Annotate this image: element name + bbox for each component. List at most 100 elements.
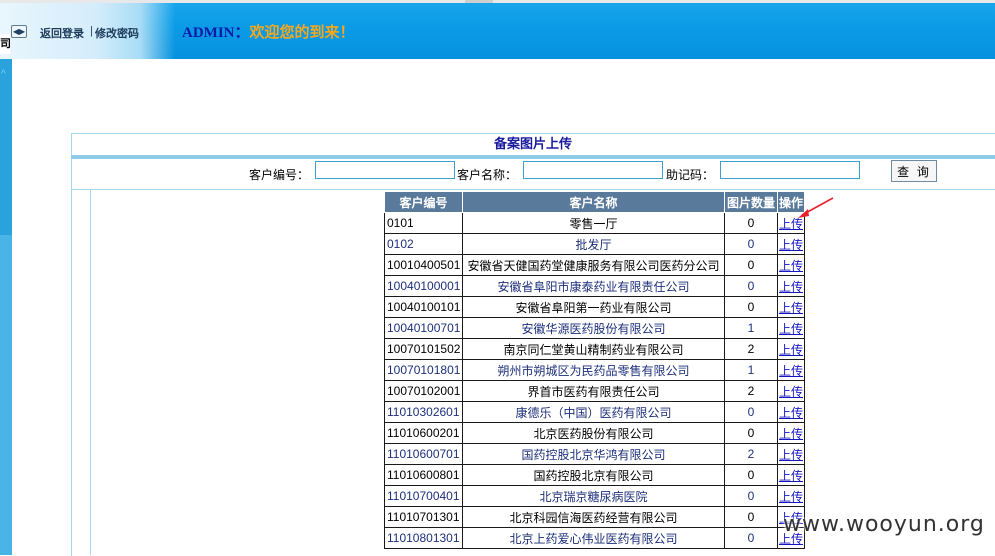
table-row: 10010400501 安徽省天健国药堂健康服务有限公司医药分公司 0 上传 [384,254,805,276]
welcome-text: 欢迎您的到来！ [249,25,355,41]
customer-table: 客户编号 客户名称 图片数量 操作 0101 零售一厅 0 上传 0102 批发厅 0 上传 1… [384,191,805,549]
customer-name-cell: 批发厅 [462,233,725,255]
upload-link[interactable]: 上传 [779,469,803,483]
customer-code-input[interactable] [315,161,455,179]
image-count-cell: 0 [724,506,778,528]
customer-name-cell: 北京瑞京糖尿病医院 [462,485,725,507]
header-top-line [0,0,995,3]
operation-cell: 上传 [777,317,805,339]
operation-cell: 上传 [777,443,805,465]
customer-name-input[interactable] [523,161,663,179]
nav-separator: | [90,25,93,37]
upload-link[interactable]: 上传 [779,427,803,441]
upload-link[interactable]: 上传 [779,280,803,294]
table-row: 11010600801 国药控股北京有限公司 0 上传 [384,464,805,486]
image-count-cell: 0 [724,422,778,444]
chevron-up-icon[interactable]: ^ [1,69,6,80]
sidebar-strip: 司 ^ [0,34,12,555]
customer-name-cell: 南京同仁堂黄山精制药业有限公司 [462,338,725,360]
customer-name-cell: 安徽省阜阳市康泰药业有限责任公司 [462,275,725,297]
customer-name-cell: 零售一厅 [462,212,725,234]
customer-code-cell: 11010801301 [384,527,463,549]
table-row: 0102 批发厅 0 上传 [384,233,805,255]
operation-cell: 上传 [777,359,805,381]
operation-cell: 上传 [777,485,805,507]
customer-code-cell: 10010400501 [384,254,463,276]
upload-link[interactable]: 上传 [779,406,803,420]
upload-link[interactable]: 上传 [779,322,803,336]
header-top-handle [465,0,493,3]
image-count-cell: 0 [724,527,778,549]
image-count-cell: 0 [724,485,778,507]
customer-code-cell: 10040100701 [384,317,463,339]
customer-code-cell: 11010600701 [384,443,463,465]
customer-name-cell: 北京医药股份有限公司 [462,422,725,444]
table-row: 11010600201 北京医药股份有限公司 0 上传 [384,422,805,444]
customer-name-cell: 国药控股北京华鸿有限公司 [462,443,725,465]
upload-link[interactable]: 上传 [779,238,803,252]
query-button[interactable]: 查 询 [891,160,937,182]
customer-code-label: 客户编号： [249,168,310,182]
image-count-cell: 1 [724,317,778,339]
table-row: 0101 零售一厅 0 上传 [384,212,805,234]
sidebar-upper: ^ [0,59,12,235]
operation-cell: 上传 [777,275,805,297]
mnemonic-input[interactable] [720,161,860,179]
table-body: 0101 零售一厅 0 上传 0102 批发厅 0 上传 10010400501 安徽省天健国药堂… [384,212,805,549]
admin-label: ADMIN： [182,25,250,41]
table-row: 10070102001 界首市医药有限责任公司 2 上传 [384,380,805,402]
customer-name-cell: 朔州市朔城区为民药品零售有限公司 [462,359,725,381]
image-count-cell: 0 [724,254,778,276]
image-count-cell: 0 [724,275,778,297]
table-row: 10040100101 安徽省阜阳第一药业有限公司 0 上传 [384,296,805,318]
upload-link[interactable]: 上传 [779,364,803,378]
search-bar: 客户编号： 客户名称： 助记码： 查 询 [71,159,995,190]
mnemonic-label: 助记码： [666,168,715,182]
upload-link[interactable]: 上传 [779,490,803,504]
customer-code-cell: 10070101502 [384,338,463,360]
table-row: 11010302601 康德乐（中国）医药有限公司 0 上传 [384,401,805,423]
welcome-message: ADMIN：欢迎您的到来！ [182,21,355,42]
operation-cell: 上传 [777,401,805,423]
customer-name-cell: 康德乐（中国）医药有限公司 [462,401,725,423]
sidebar-lower [0,235,12,555]
upload-link[interactable]: 上传 [779,259,803,273]
upload-link[interactable]: 上传 [779,448,803,462]
customer-code-cell: 11010700401 [384,485,463,507]
customer-code-cell: 0102 [384,233,463,255]
image-count-cell: 2 [724,443,778,465]
upload-link[interactable]: 上传 [779,301,803,315]
customer-code-cell: 10070101801 [384,359,463,381]
customer-code-cell: 10040100101 [384,296,463,318]
operation-cell: 上传 [777,254,805,276]
image-count-cell: 0 [724,233,778,255]
back-login-link[interactable]: 返回登录 [40,25,84,41]
table-header-row: 客户编号 客户名称 图片数量 操作 [384,191,805,213]
customer-code-cell: 10040100001 [384,275,463,297]
title-row: 备案图片上传 [71,134,995,154]
customer-name-cell: 国药控股北京有限公司 [462,464,725,486]
header-customer-code: 客户编号 [384,191,463,213]
customer-name-cell: 北京科园信海医药经营有限公司 [462,506,725,528]
operation-cell: 上传 [777,338,805,360]
image-count-cell: 0 [724,296,778,318]
operation-cell: 上传 [777,464,805,486]
change-password-link[interactable]: 修改密码 [95,25,139,41]
customer-code-cell: 10070102001 [384,380,463,402]
watermark: www.wooyun.org [783,512,985,537]
sidebar-tab[interactable]: 司 [0,34,10,54]
image-count-cell: 0 [724,212,778,234]
upload-link[interactable]: 上传 [779,385,803,399]
customer-name-cell: 安徽省阜阳第一药业有限公司 [462,296,725,318]
toggle-sidebar-icon[interactable]: ◀▶ [11,25,27,38]
table-row: 11010801301 北京上药爱心伟业医药有限公司 0 上传 [384,527,805,549]
annotation-arrow-icon [798,197,834,218]
customer-code-cell: 11010701301 [384,506,463,528]
customer-code-cell: 0101 [384,212,463,234]
operation-cell: 上传 [777,380,805,402]
table-row: 11010700401 北京瑞京糖尿病医院 0 上传 [384,485,805,507]
image-count-cell: 0 [724,401,778,423]
upload-link[interactable]: 上传 [779,343,803,357]
table-row: 10070101502 南京同仁堂黄山精制药业有限公司 2 上传 [384,338,805,360]
content-divider [90,189,91,555]
